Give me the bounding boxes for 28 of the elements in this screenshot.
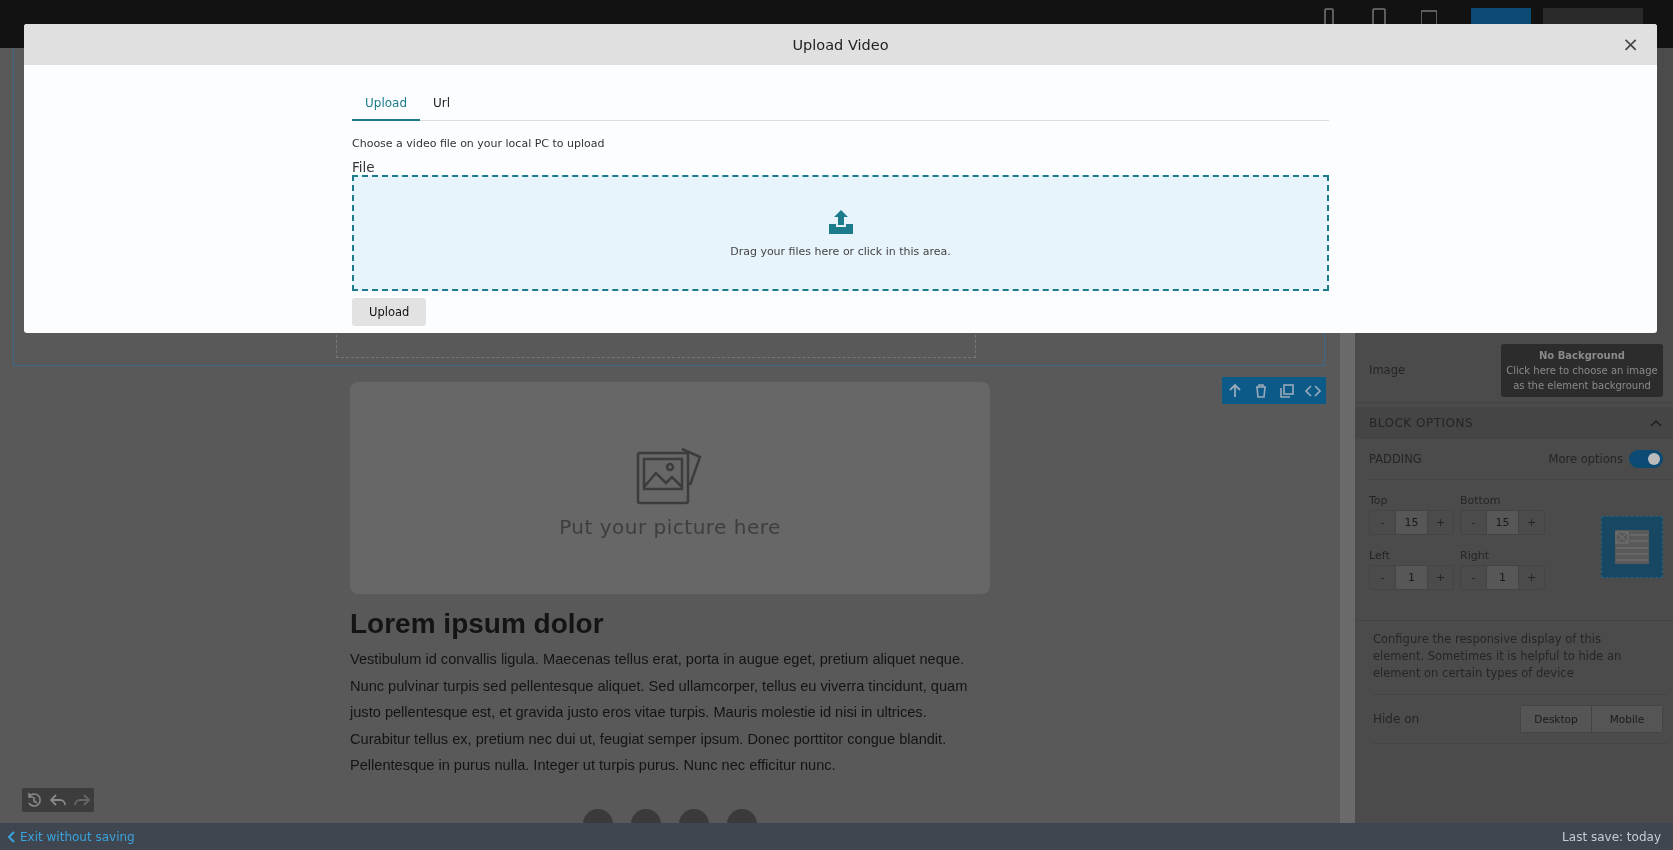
arrow-up-icon[interactable] [1227, 382, 1243, 399]
tab[interactable]: Url [420, 87, 464, 121]
last-save-status: Last save: today [1562, 829, 1661, 844]
trash-icon[interactable] [1253, 382, 1269, 399]
dropzone-text: Drag your files here or click in this area. [730, 244, 951, 258]
upload-button[interactable]: Upload [352, 298, 427, 326]
content-paragraph: Vestibulum id convallis ligula. Maecenas tellus erat, porta in augue eget, pretium aliquet neque. Nunc pulvinar turpis sed pellentesque aliquet. Sed ullamcorper, tellus eu viverra tincidunt, quam justo pellentesque est, et gravida justo eros vitae turpis. Mauris molestie id nisi in ultrices. Curabitur tellus ex, pretium nec dui ut, feugiat semper ipsum. Donec porttitor congue blandit. Pellentesque in purus nulla. Integer ut turpis purus. Nunc nec efficitur nunc. [350, 650, 969, 775]
file-dropzone[interactable]: Drag your files here or click in this area. [352, 175, 1329, 291]
toggle-switch[interactable] [1629, 450, 1663, 468]
number-stepper[interactable]: - 1 + [1369, 565, 1454, 590]
chevron-left-icon [8, 830, 16, 843]
dialog-title: Upload Video [792, 36, 889, 53]
block-preview-icon [1601, 516, 1663, 578]
content-heading: Lorem ipsum dolor [350, 608, 605, 640]
upload-hint: Choose a video file on your local PC to upload [352, 137, 606, 150]
copy-icon[interactable] [1279, 382, 1295, 399]
background-picker[interactable]: No Background Click here to choose an image as the element background [1501, 343, 1663, 397]
exit-link[interactable]: Exit without saving [8, 829, 135, 844]
number-stepper[interactable]: - 1 + [1460, 565, 1545, 590]
close-button[interactable]: × [1622, 34, 1639, 54]
number-stepper[interactable]: - 15 + [1460, 510, 1545, 535]
upload-icon [827, 208, 854, 235]
number-stepper[interactable]: - 15 + [1369, 510, 1454, 535]
device-option[interactable]: Desktop [1521, 706, 1591, 732]
code-icon[interactable] [1305, 382, 1321, 399]
device-option[interactable]: Mobile [1591, 706, 1662, 732]
file-label: File [352, 159, 376, 175]
tab[interactable]: Upload [352, 87, 421, 121]
